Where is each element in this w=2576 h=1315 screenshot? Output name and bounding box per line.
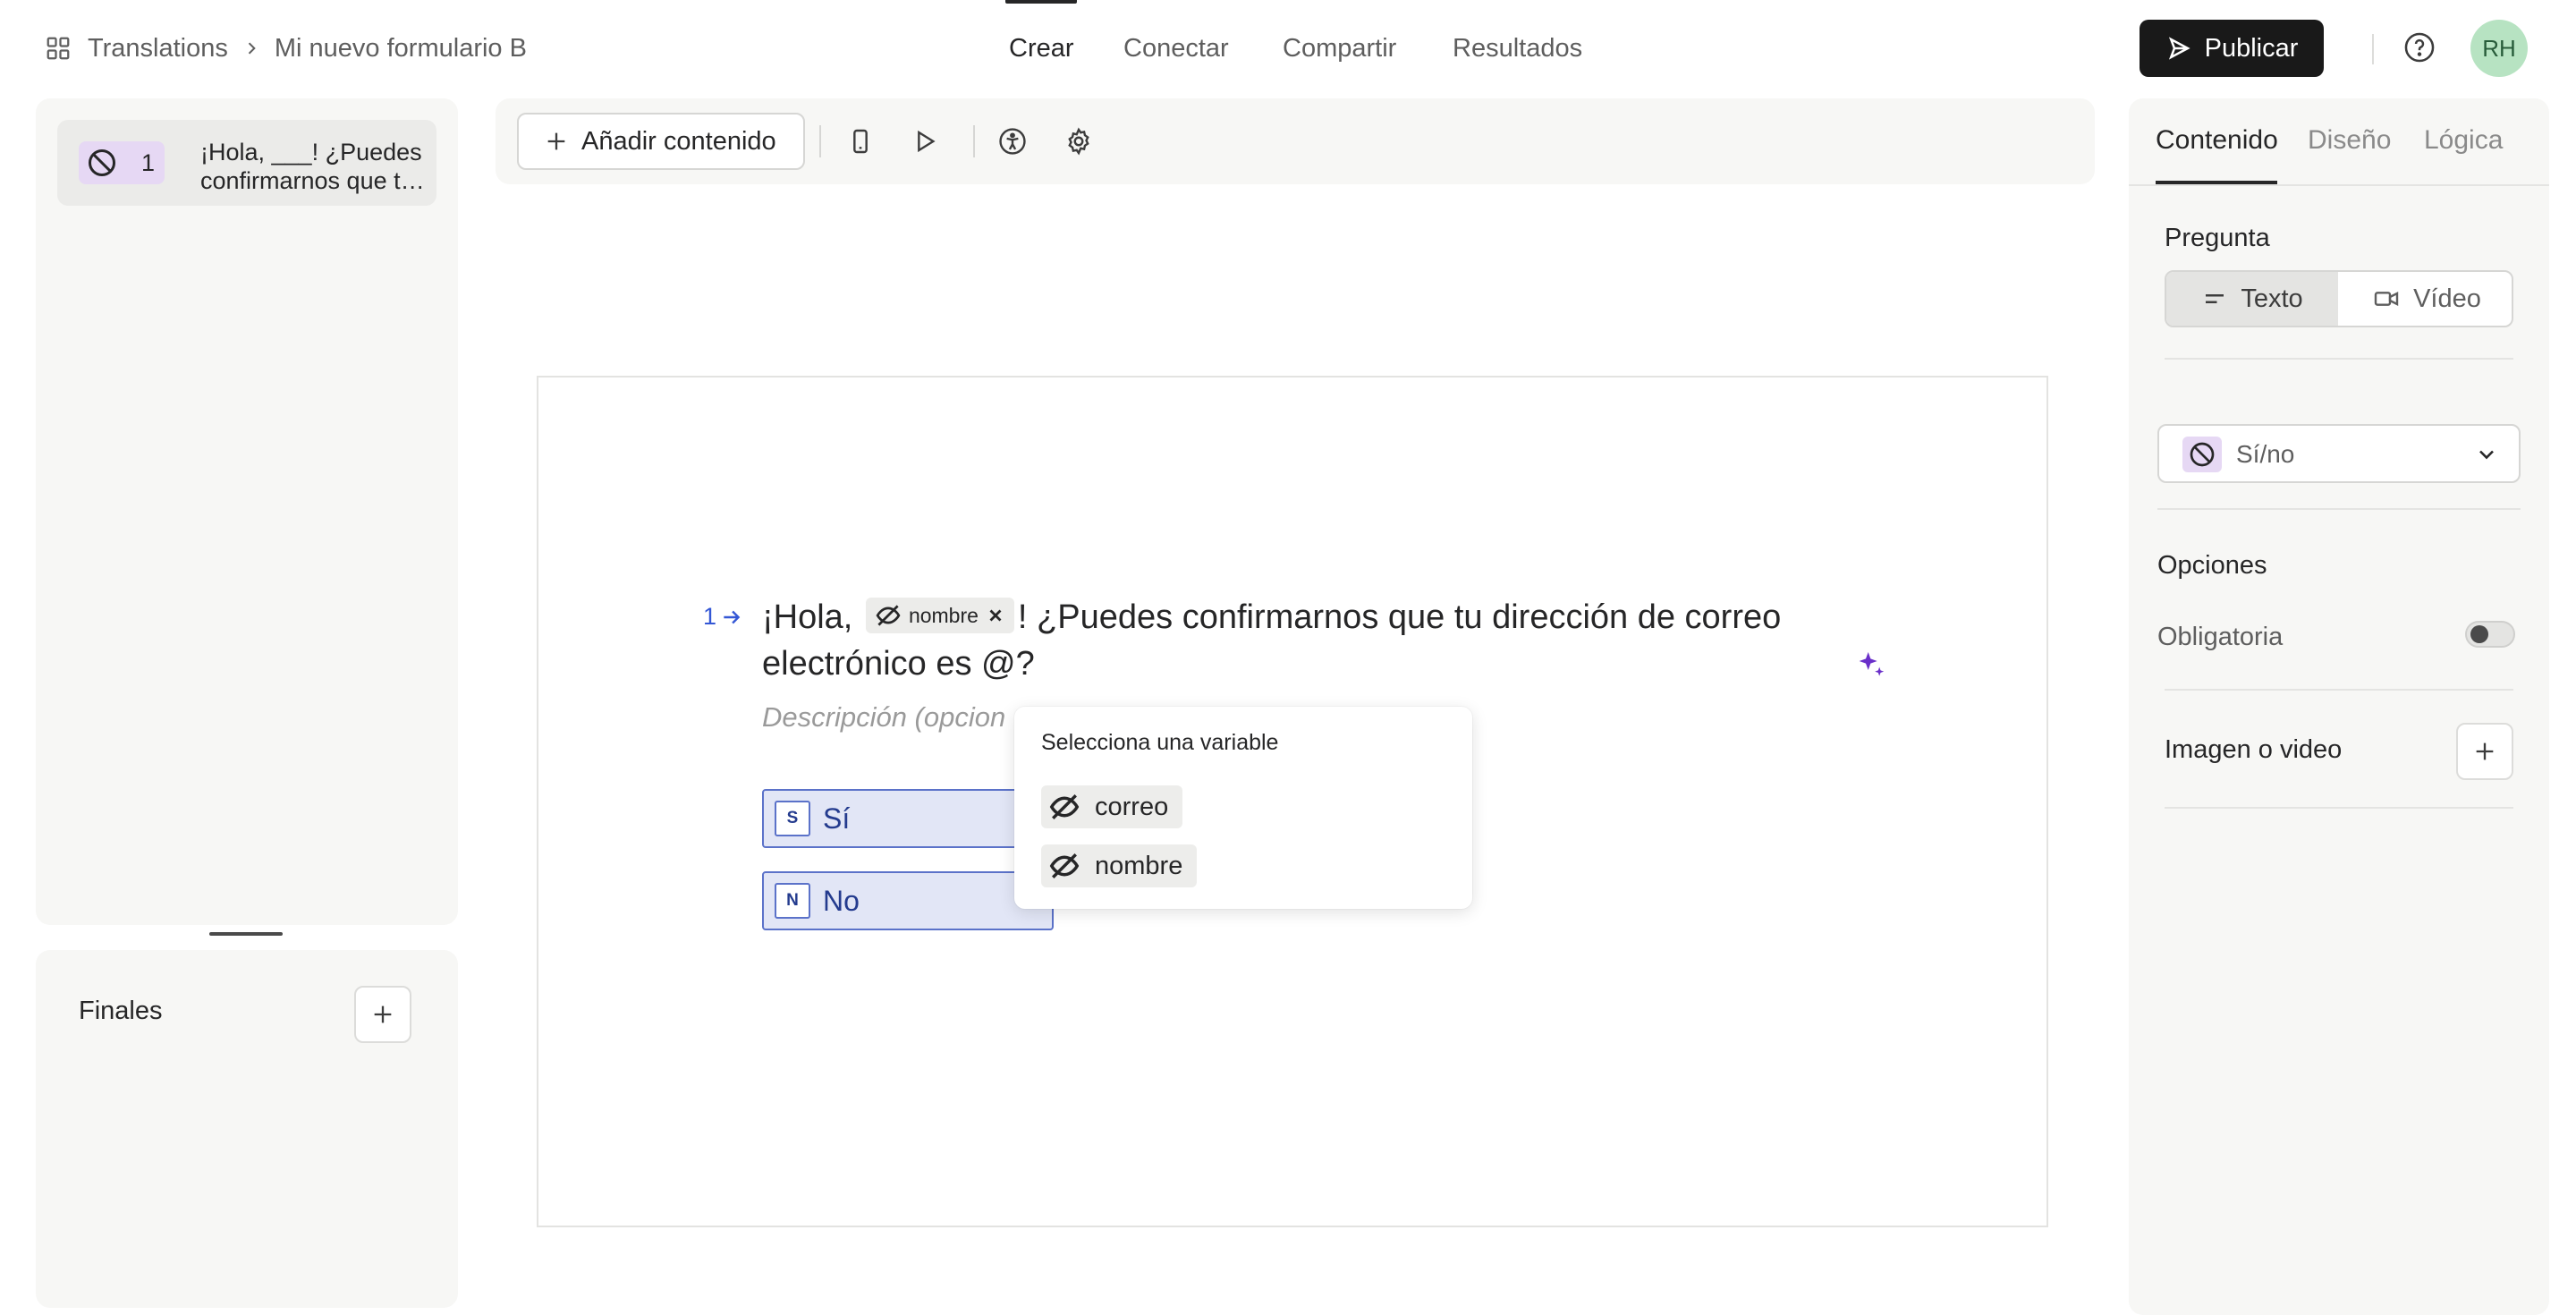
- toolbar-divider: [973, 125, 975, 157]
- publish-label: Publicar: [2204, 33, 2299, 63]
- header-divider: [2372, 34, 2374, 64]
- breadcrumb-current[interactable]: Mi nuevo formulario B: [275, 34, 527, 64]
- add-content-button[interactable]: Añadir contenido: [517, 113, 805, 170]
- avatar[interactable]: RH: [2470, 20, 2528, 77]
- required-label: Obligatoria: [2157, 623, 2284, 651]
- variable-option-label: correo: [1095, 792, 1169, 821]
- tab-compartir[interactable]: Compartir: [1283, 27, 1396, 70]
- description-field[interactable]: Descripción (opcion: [762, 701, 1005, 734]
- question-number: 1: [703, 603, 717, 630]
- ai-sparkle-icon[interactable]: [1850, 644, 1893, 687]
- plus-icon: [370, 1002, 395, 1027]
- send-icon: [2165, 35, 2192, 62]
- option-video[interactable]: Vídeo: [2340, 272, 2512, 326]
- chevron-right-icon: [242, 39, 260, 57]
- question-badge: 1: [79, 141, 165, 184]
- divider: [2165, 689, 2513, 691]
- required-toggle[interactable]: [2465, 621, 2515, 648]
- variable-option-correo[interactable]: correo: [1041, 785, 1183, 828]
- eye-off-icon: [875, 602, 902, 629]
- properties-panel: Contenido Diseño Lógica Pregunta Texto V…: [2129, 98, 2549, 1315]
- tab-logica[interactable]: Lógica: [2424, 125, 2503, 156]
- divider: [2157, 508, 2521, 510]
- settings-gear-icon[interactable]: [1061, 123, 1097, 159]
- question-number: 1: [141, 149, 156, 176]
- choice-label: No: [823, 884, 860, 917]
- breadcrumb: Translations Mi nuevo formulario B: [45, 30, 527, 66]
- text-lines-icon: [2201, 285, 2228, 312]
- plus-icon: [544, 129, 569, 154]
- tab-resultados[interactable]: Resultados: [1453, 27, 1582, 70]
- choice-key: N: [775, 883, 810, 919]
- option-label: Texto: [2241, 284, 2303, 313]
- variable-select-popup: Selecciona una variable correo nombre: [1014, 707, 1472, 909]
- divider: [2165, 807, 2513, 809]
- play-icon[interactable]: [907, 123, 943, 159]
- question-type-value: Sí/no: [2236, 440, 2295, 468]
- questions-panel: 1 ¡Hola, ___! ¿Puedes confirmarnos que t…: [36, 98, 458, 925]
- media-type-toggle: Texto Vídeo: [2165, 270, 2513, 327]
- arrow-right-icon: [720, 606, 743, 629]
- eye-off-icon: [1048, 850, 1080, 882]
- chevron-down-icon: [2474, 442, 2499, 467]
- variable-chip-label: nombre: [908, 603, 979, 627]
- question-type-select[interactable]: Sí/no: [2157, 424, 2521, 483]
- help-icon[interactable]: [2402, 30, 2436, 64]
- tab-conectar[interactable]: Conectar: [1123, 27, 1229, 70]
- variable-option-label: nombre: [1095, 851, 1183, 880]
- tab-contenido[interactable]: Contenido: [2156, 125, 2278, 156]
- top-header: Translations Mi nuevo formulario B Crear…: [0, 0, 2576, 97]
- mobile-preview-icon[interactable]: [843, 123, 878, 159]
- choice-label: Sí: [823, 802, 851, 835]
- question-preview-text: ¡Hola, ___! ¿Puedes confirmarnos que t…: [200, 139, 425, 194]
- variable-option-nombre[interactable]: nombre: [1041, 844, 1198, 887]
- image-video-label: Imagen o video: [2165, 735, 2343, 764]
- endings-label: Finales: [79, 997, 163, 1025]
- divider: [2165, 358, 2513, 360]
- editor-toolbar: Añadir contenido: [496, 98, 2095, 184]
- variable-chip[interactable]: nombre: [865, 597, 1014, 633]
- plus-icon: [2472, 739, 2497, 764]
- tabs-divider: [2129, 184, 2549, 186]
- resize-handle[interactable]: [209, 932, 283, 936]
- question-title-start: ¡Hola,: [762, 598, 853, 636]
- choice-key: S: [775, 801, 810, 836]
- question-title[interactable]: ¡Hola, nombre! ¿Puedes confirmarnos que …: [762, 594, 1835, 687]
- video-camera-icon: [2372, 284, 2401, 313]
- add-content-label: Añadir contenido: [581, 126, 776, 156]
- active-tab-indicator: [1005, 0, 1077, 4]
- question-number-indicator: 1: [703, 603, 743, 631]
- option-texto[interactable]: Texto: [2166, 272, 2338, 326]
- toolbar-divider: [819, 125, 821, 157]
- tab-diseno[interactable]: Diseño: [2308, 125, 2391, 156]
- close-icon[interactable]: [986, 606, 1005, 625]
- no-symbol-icon: [86, 147, 118, 179]
- option-label: Vídeo: [2413, 284, 2481, 313]
- popup-title: Selecciona una variable: [1041, 730, 1279, 755]
- no-symbol-icon: [2182, 437, 2222, 472]
- grid-icon[interactable]: [45, 35, 72, 62]
- endings-panel: Finales: [36, 950, 458, 1308]
- tab-crear[interactable]: Crear: [1009, 27, 1074, 70]
- add-media-button[interactable]: [2456, 723, 2513, 780]
- breadcrumb-root[interactable]: Translations: [88, 34, 228, 64]
- question-list-item[interactable]: 1 ¡Hola, ___! ¿Puedes confirmarnos que t…: [57, 120, 436, 206]
- options-section-label: Opciones: [2157, 551, 2267, 580]
- publish-button[interactable]: Publicar: [2140, 20, 2324, 77]
- choice-no[interactable]: N No: [762, 871, 1054, 930]
- toggle-knob: [2470, 625, 2488, 643]
- question-section-label: Pregunta: [2165, 224, 2270, 252]
- eye-off-icon: [1048, 791, 1080, 823]
- choice-yes[interactable]: S Sí: [762, 789, 1054, 848]
- add-ending-button[interactable]: [354, 986, 411, 1043]
- accessibility-icon[interactable]: [995, 123, 1030, 159]
